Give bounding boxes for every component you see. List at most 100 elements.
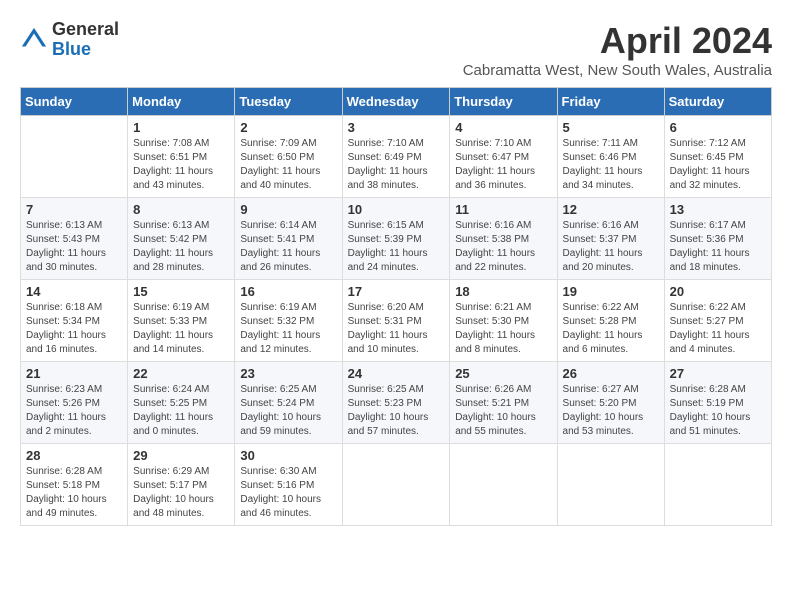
daylight-text: Daylight: 11 hours and 12 minutes.: [240, 329, 336, 357]
sunrise-text: Sunrise: 6:25 AM: [348, 383, 445, 397]
daylight-text: Daylight: 11 hours and 40 minutes.: [240, 165, 336, 193]
calendar-cell: 10 Sunrise: 6:15 AMSunset: 5:39 PMDayligh…: [342, 198, 450, 280]
calendar-cell: 5Sunrise: 7:11 AMSunset: 6:46 PMDaylight…: [557, 116, 664, 198]
day-info: Sunrise: 6:19 AMSunset: 5:32 PMDaylight:…: [240, 301, 336, 357]
day-number: 4: [455, 120, 551, 135]
sunrise-text: Sunrise: 7:11 AM: [563, 137, 659, 151]
day-info: Sunrise: 6:22 AMSunset: 5:28 PMDaylight:…: [563, 301, 659, 357]
daylight-text: Daylight: 11 hours and 32 minutes.: [670, 165, 766, 193]
sunset-text: Sunset: 5:41 PM: [240, 233, 336, 247]
calendar-header-saturday: Saturday: [664, 88, 771, 116]
day-number: 8: [133, 202, 229, 217]
day-number: 12: [563, 202, 659, 217]
sunrise-text: Sunrise: 6:19 AM: [133, 301, 229, 315]
calendar-header-monday: Monday: [128, 88, 235, 116]
day-info: Sunrise: 7:08 AMSunset: 6:51 PMDaylight:…: [133, 137, 229, 193]
sunrise-text: Sunrise: 7:10 AM: [455, 137, 551, 151]
day-info: Sunrise: 6:26 AMSunset: 5:21 PMDaylight:…: [455, 383, 551, 439]
sunset-text: Sunset: 5:28 PM: [563, 315, 659, 329]
day-info: Sunrise: 6:23 AMSunset: 5:26 PMDaylight:…: [26, 383, 122, 439]
day-info: Sunrise: 7:10 AMSunset: 6:47 PMDaylight:…: [455, 137, 551, 193]
sunrise-text: Sunrise: 6:23 AM: [26, 383, 122, 397]
day-info: Sunrise: 6:27 AMSunset: 5:20 PMDaylight:…: [563, 383, 659, 439]
location: Cabramatta West, New South Wales, Austra…: [463, 62, 772, 79]
calendar-header-sunday: Sunday: [21, 88, 128, 116]
day-number: 6: [670, 120, 766, 135]
day-number: 10: [348, 202, 445, 217]
day-info: Sunrise: 6:20 AMSunset: 5:31 PMDaylight:…: [348, 301, 445, 357]
day-number: 19: [563, 284, 659, 299]
calendar-cell: 23Sunrise: 6:25 AMSunset: 5:24 PMDayligh…: [235, 362, 342, 444]
day-number: 24: [348, 366, 445, 381]
daylight-text: Daylight: 11 hours and 4 minutes.: [670, 329, 766, 357]
daylight-text: Daylight: 11 hours and 10 minutes.: [348, 329, 445, 357]
sunset-text: Sunset: 5:25 PM: [133, 397, 229, 411]
sunset-text: Sunset: 5:21 PM: [455, 397, 551, 411]
sunrise-text: Sunrise: 6:22 AM: [670, 301, 766, 315]
calendar-header-row: SundayMondayTuesdayWednesdayThursdayFrid…: [21, 88, 772, 116]
sunset-text: Sunset: 5:31 PM: [348, 315, 445, 329]
calendar-cell: 29Sunrise: 6:29 AMSunset: 5:17 PMDayligh…: [128, 444, 235, 526]
day-number: 27: [670, 366, 766, 381]
daylight-text: Daylight: 11 hours and 2 minutes.: [26, 411, 122, 439]
daylight-text: Daylight: 11 hours and 0 minutes.: [133, 411, 229, 439]
logo: General Blue: [20, 20, 119, 60]
daylight-text: Daylight: 10 hours and 53 minutes.: [563, 411, 659, 439]
daylight-text: Daylight: 11 hours and 24 minutes.: [348, 247, 445, 275]
sunrise-text: Sunrise: 6:25 AM: [240, 383, 336, 397]
calendar-cell: 22Sunrise: 6:24 AMSunset: 5:25 PMDayligh…: [128, 362, 235, 444]
calendar-cell: 12Sunrise: 6:16 AMSunset: 5:37 PMDayligh…: [557, 198, 664, 280]
daylight-text: Daylight: 10 hours and 51 minutes.: [670, 411, 766, 439]
sunset-text: Sunset: 5:38 PM: [455, 233, 551, 247]
sunrise-text: Sunrise: 6:19 AM: [240, 301, 336, 315]
calendar-cell: [342, 444, 450, 526]
day-number: 30: [240, 448, 336, 463]
day-info: Sunrise: 6:19 AMSunset: 5:33 PMDaylight:…: [133, 301, 229, 357]
calendar-cell: 14Sunrise: 6:18 AMSunset: 5:34 PMDayligh…: [21, 280, 128, 362]
sunrise-text: Sunrise: 6:22 AM: [563, 301, 659, 315]
calendar-cell: [21, 116, 128, 198]
sunrise-text: Sunrise: 7:09 AM: [240, 137, 336, 151]
sunset-text: Sunset: 5:17 PM: [133, 479, 229, 493]
calendar-cell: 26Sunrise: 6:27 AMSunset: 5:20 PMDayligh…: [557, 362, 664, 444]
daylight-text: Daylight: 11 hours and 38 minutes.: [348, 165, 445, 193]
day-info: Sunrise: 6:22 AMSunset: 5:27 PMDaylight:…: [670, 301, 766, 357]
calendar-header-tuesday: Tuesday: [235, 88, 342, 116]
sunset-text: Sunset: 6:49 PM: [348, 151, 445, 165]
sunset-text: Sunset: 5:30 PM: [455, 315, 551, 329]
day-info: Sunrise: 6:25 AMSunset: 5:23 PMDaylight:…: [348, 383, 445, 439]
sunrise-text: Sunrise: 6:29 AM: [133, 465, 229, 479]
day-info: Sunrise: 7:10 AMSunset: 6:49 PMDaylight:…: [348, 137, 445, 193]
sunrise-text: Sunrise: 6:20 AM: [348, 301, 445, 315]
day-info: Sunrise: 6:18 AMSunset: 5:34 PMDaylight:…: [26, 301, 122, 357]
day-number: 15: [133, 284, 229, 299]
sunset-text: Sunset: 5:23 PM: [348, 397, 445, 411]
day-info: Sunrise: 6:13 AMSunset: 5:43 PMDaylight:…: [26, 219, 122, 275]
sunset-text: Sunset: 5:24 PM: [240, 397, 336, 411]
calendar-cell: 20Sunrise: 6:22 AMSunset: 5:27 PMDayligh…: [664, 280, 771, 362]
daylight-text: Daylight: 11 hours and 20 minutes.: [563, 247, 659, 275]
sunset-text: Sunset: 5:26 PM: [26, 397, 122, 411]
sunrise-text: Sunrise: 7:08 AM: [133, 137, 229, 151]
daylight-text: Daylight: 11 hours and 8 minutes.: [455, 329, 551, 357]
calendar-week-row: 21Sunrise: 6:23 AMSunset: 5:26 PMDayligh…: [21, 362, 772, 444]
daylight-text: Daylight: 11 hours and 26 minutes.: [240, 247, 336, 275]
day-number: 29: [133, 448, 229, 463]
day-info: Sunrise: 6:15 AMSunset: 5:39 PMDaylight:…: [348, 219, 445, 275]
daylight-text: Daylight: 10 hours and 46 minutes.: [240, 493, 336, 521]
day-info: Sunrise: 6:25 AMSunset: 5:24 PMDaylight:…: [240, 383, 336, 439]
sunset-text: Sunset: 5:39 PM: [348, 233, 445, 247]
sunset-text: Sunset: 5:32 PM: [240, 315, 336, 329]
daylight-text: Daylight: 11 hours and 18 minutes.: [670, 247, 766, 275]
day-number: 7: [26, 202, 122, 217]
day-number: 21: [26, 366, 122, 381]
day-info: Sunrise: 6:16 AMSunset: 5:38 PMDaylight:…: [455, 219, 551, 275]
day-number: 1: [133, 120, 229, 135]
day-number: 5: [563, 120, 659, 135]
calendar-cell: 3Sunrise: 7:10 AMSunset: 6:49 PMDaylight…: [342, 116, 450, 198]
title-block: April 2024 Cabramatta West, New South Wa…: [463, 20, 772, 79]
sunrise-text: Sunrise: 6:13 AM: [26, 219, 122, 233]
day-info: Sunrise: 6:17 AMSunset: 5:36 PMDaylight:…: [670, 219, 766, 275]
sunrise-text: Sunrise: 6:15 AM: [348, 219, 445, 233]
calendar-cell: 28Sunrise: 6:28 AMSunset: 5:18 PMDayligh…: [21, 444, 128, 526]
